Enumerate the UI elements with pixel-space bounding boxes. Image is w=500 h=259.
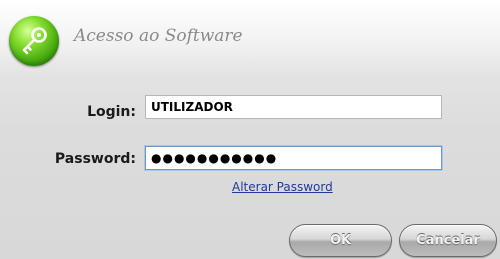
cancel-button[interactable]: Cancelar: [399, 224, 497, 257]
change-password-link[interactable]: Alterar Password: [232, 180, 333, 194]
dialog-title: Acesso ao Software: [74, 26, 243, 46]
key-icon: [22, 27, 47, 55]
ok-button[interactable]: OK: [289, 224, 392, 257]
login-field[interactable]: [145, 95, 442, 119]
password-label: Password:: [54, 151, 136, 167]
login-label: Login:: [87, 104, 136, 120]
password-field[interactable]: [145, 146, 442, 170]
app-logo: [9, 16, 59, 66]
